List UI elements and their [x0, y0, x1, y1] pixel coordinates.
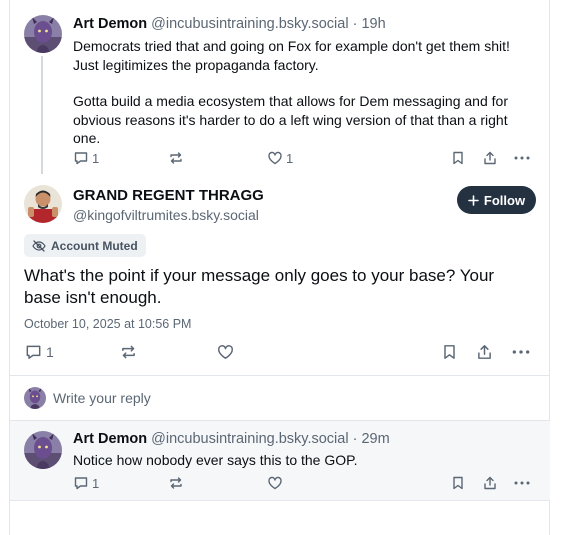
share-icon [484, 151, 496, 165]
author-handle[interactable]: @incubusintraining.bsky.social [151, 16, 348, 32]
repost-icon [122, 345, 135, 359]
more-horizontal-icon [514, 481, 530, 485]
heart-icon [218, 345, 233, 359]
bookmark-button[interactable] [450, 474, 466, 492]
like-button[interactable]: 1 [267, 149, 293, 167]
bookmark-icon [444, 345, 455, 359]
repost-button[interactable] [168, 474, 184, 492]
reply-icon [26, 345, 41, 359]
author-name[interactable]: Art Demon [73, 431, 147, 447]
muted-badge[interactable]: Account Muted [24, 234, 146, 257]
reply-icon [74, 477, 88, 490]
post-time[interactable]: · 29m [353, 431, 390, 447]
heart-icon [268, 476, 282, 490]
post-timestamp[interactable]: October 10, 2025 at 10:56 PM [24, 317, 191, 331]
post-text-paragraph: Democrats tried that and going on Fox fo… [73, 38, 510, 73]
muted-badge-label: Account Muted [51, 238, 138, 253]
reply-button[interactable]: 1 [73, 474, 99, 492]
divider [10, 500, 550, 501]
reply-icon [74, 152, 88, 165]
bookmark-button[interactable] [440, 343, 459, 361]
author-name[interactable]: Art Demon [73, 16, 147, 32]
bookmark-icon [453, 476, 463, 490]
reply-button[interactable]: 1 [73, 149, 99, 167]
share-button[interactable] [482, 474, 498, 492]
share-button[interactable] [482, 149, 498, 167]
like-button[interactable] [267, 474, 283, 492]
share-icon [478, 345, 491, 359]
heart-icon [268, 151, 282, 165]
post-time[interactable]: · 19h [353, 16, 386, 32]
like-button[interactable] [216, 343, 235, 361]
more-horizontal-icon [514, 156, 530, 160]
avatar[interactable] [24, 15, 62, 53]
repost-button[interactable] [168, 149, 184, 167]
post-header: Art Demon @incubusintraining.bsky.social… [73, 431, 390, 447]
post-header: Art Demon @incubusintraining.bsky.social… [73, 16, 386, 32]
author-name[interactable]: GRAND REGENT THRAGG [73, 187, 264, 204]
follow-button[interactable]: Follow [457, 186, 536, 214]
reply-count: 1 [92, 150, 100, 166]
share-icon [484, 476, 496, 490]
reply-count: 1 [46, 344, 54, 360]
author-handle[interactable]: @incubusintraining.bsky.social [151, 431, 348, 447]
plus-icon [468, 194, 479, 206]
post-text: What's the point if your message only go… [24, 266, 495, 307]
more-options-button[interactable] [513, 474, 531, 492]
eye-slash-icon [32, 239, 46, 252]
like-count: 1 [286, 150, 294, 166]
bookmark-icon [453, 151, 463, 165]
reply-button[interactable]: 1 [24, 343, 54, 361]
reply-count: 1 [92, 475, 100, 491]
share-button[interactable] [475, 343, 494, 361]
bookmark-button[interactable] [450, 149, 466, 167]
avatar[interactable] [24, 431, 62, 469]
more-options-button[interactable] [511, 343, 531, 361]
thread-line [41, 56, 43, 174]
post-text-paragraph: Gotta build a media ecosystem that allow… [73, 93, 508, 146]
avatar[interactable] [24, 185, 62, 223]
reply-placeholder: Write your reply [53, 390, 151, 406]
more-options-button[interactable] [513, 149, 531, 167]
follow-label: Follow [483, 192, 526, 208]
repost-icon [170, 152, 182, 164]
avatar [24, 387, 46, 409]
reply-prompt[interactable]: Write your reply [10, 376, 550, 420]
more-horizontal-icon [512, 350, 530, 354]
author-handle[interactable]: @kingofviltrumites.bsky.social [73, 207, 259, 223]
post-text: Notice how nobody ever says this to the … [73, 452, 358, 468]
repost-icon [170, 477, 182, 489]
repost-button[interactable] [119, 343, 138, 361]
